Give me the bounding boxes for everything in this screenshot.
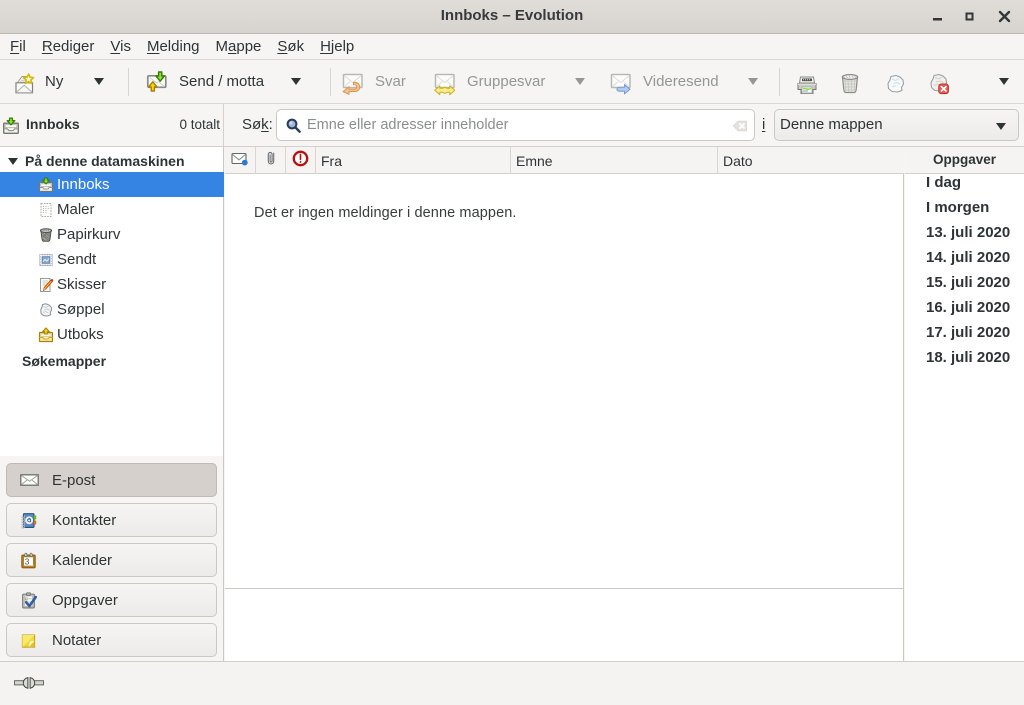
svg-text:3: 3 — [25, 557, 30, 566]
